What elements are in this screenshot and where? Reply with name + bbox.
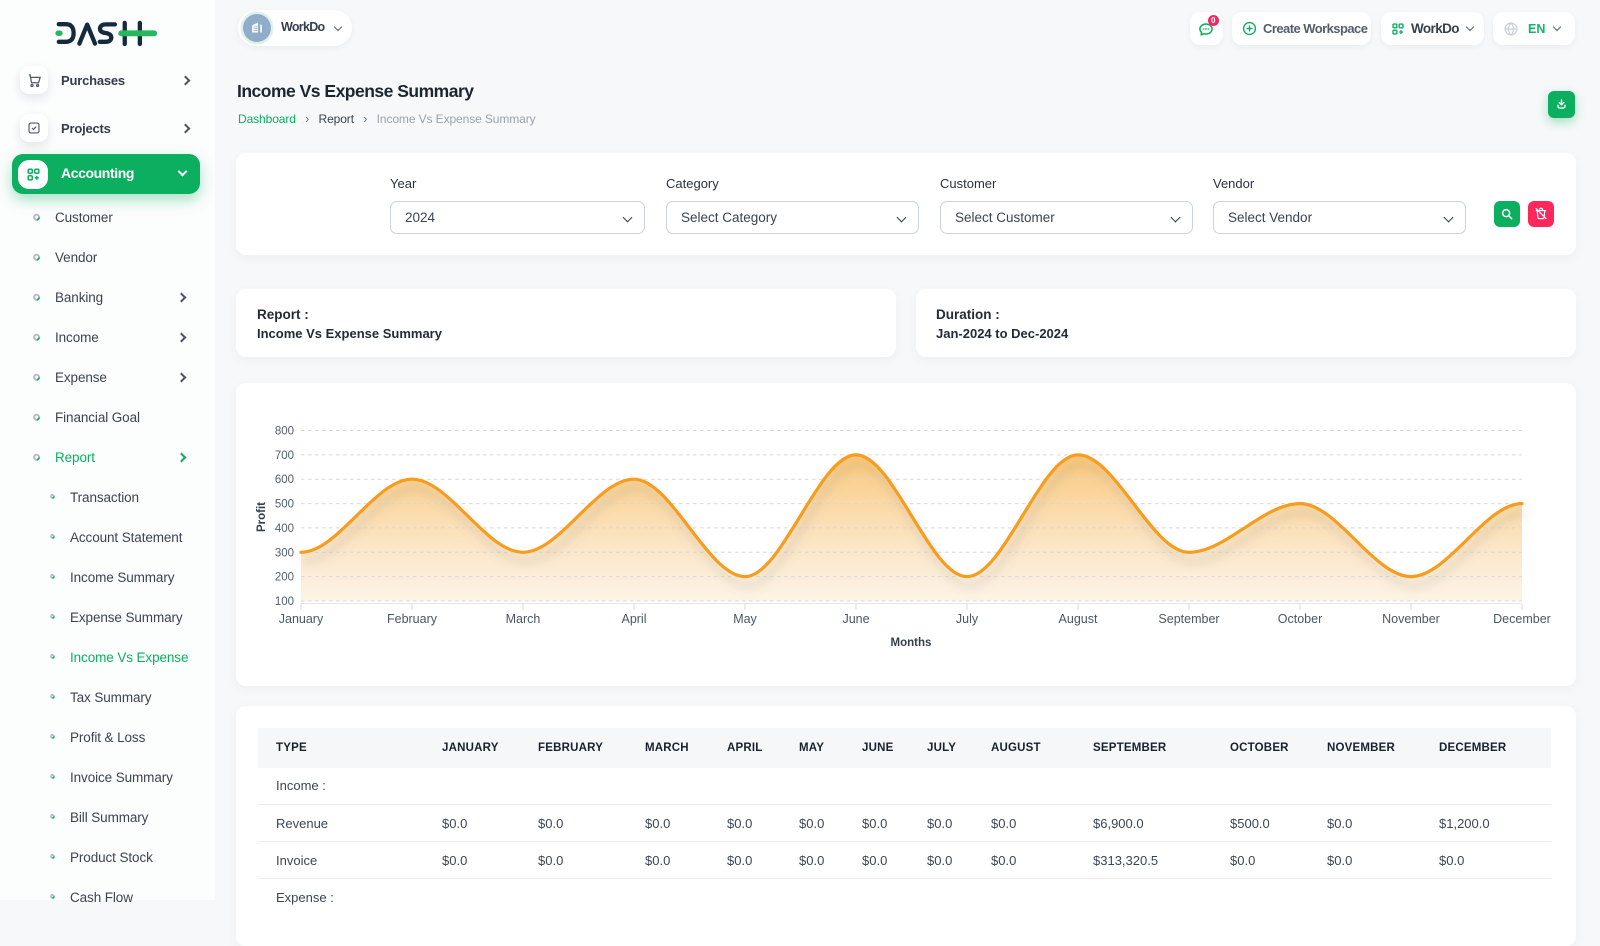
svg-text:300: 300 <box>275 547 294 559</box>
svg-text:May: May <box>733 612 757 626</box>
svg-text:100: 100 <box>275 596 294 608</box>
svg-text:December: December <box>1493 612 1551 626</box>
svg-text:200: 200 <box>275 572 294 584</box>
svg-text:November: November <box>1382 612 1440 626</box>
svg-text:Profit: Profit <box>256 502 268 532</box>
svg-text:September: September <box>1158 612 1219 626</box>
svg-text:August: August <box>1059 612 1098 626</box>
svg-text:July: July <box>956 612 979 626</box>
svg-text:June: June <box>842 612 869 626</box>
svg-text:800: 800 <box>275 426 294 438</box>
svg-text:April: April <box>621 612 646 626</box>
svg-text:January: January <box>279 612 324 626</box>
svg-text:October: October <box>1278 612 1322 626</box>
svg-text:700: 700 <box>275 450 294 462</box>
svg-text:March: March <box>506 612 541 626</box>
svg-text:February: February <box>387 612 438 626</box>
svg-text:400: 400 <box>275 523 294 535</box>
svg-text:500: 500 <box>275 499 294 511</box>
svg-text:600: 600 <box>275 474 294 486</box>
svg-text:Months: Months <box>891 637 932 649</box>
